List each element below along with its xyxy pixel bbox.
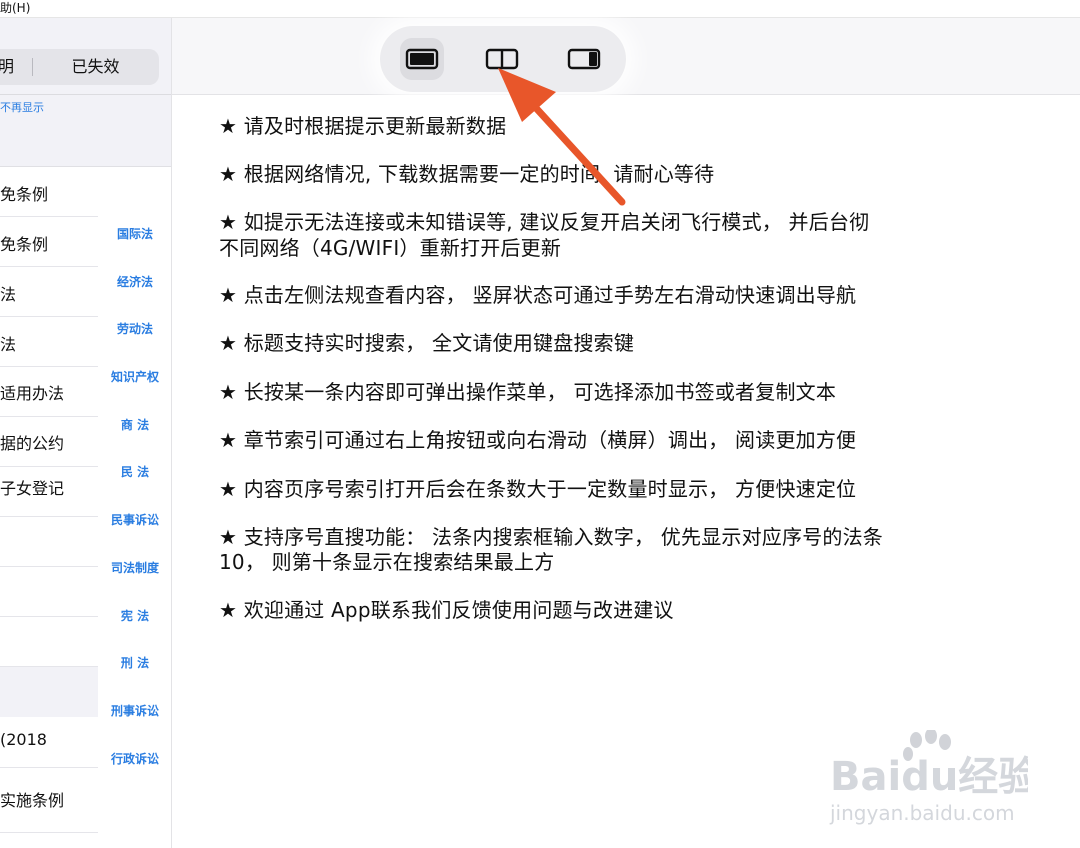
index-labor-law[interactable]: 劳动法 — [98, 320, 172, 337]
tip-item: ★ 欢迎通过 App联系我们反馈使用问题与改进建议 — [219, 598, 674, 622]
star-icon: ★ — [219, 210, 244, 234]
right-pane-icon — [567, 48, 601, 70]
law-title: 法 — [0, 335, 17, 354]
tip-item: ★ 如提示无法连接或未知错误等, 建议反复开启关闭飞行模式， 并后台彻 — [219, 210, 869, 234]
law-list-item[interactable]: (2018 — [0, 718, 98, 768]
index-commercial-law[interactable]: 商 法 — [98, 416, 172, 433]
watermark-url: jingyan.baidu.com — [829, 801, 1015, 825]
tip-text: 10， 则第十条显示在搜索结果最上方 — [219, 550, 555, 574]
sidebar: 明 已失效 不再显示 免条例 免条例 法 法 适用办法 据的公约 子女登记 (2… — [0, 18, 172, 848]
tip-item: ★ 根据网络情况, 下载数据需要一定的时间, 请耐心等待 — [219, 162, 714, 186]
tip-item: ★ 标题支持实时搜索， 全文请使用键盘搜索键 — [219, 331, 634, 355]
single-pane-icon — [405, 48, 439, 70]
index-constitution[interactable]: 宪 法 — [98, 607, 172, 624]
tip-text: 根据网络情况, 下载数据需要一定的时间, 请耐心等待 — [243, 162, 715, 186]
law-list-item[interactable]: 免条例 — [0, 217, 98, 267]
star-icon: ★ — [219, 477, 244, 501]
menu-bar: 助(H) — [0, 0, 1080, 18]
tip-text: 请及时根据提示更新最新数据 — [243, 114, 507, 138]
full-screen-view-button[interactable] — [400, 38, 444, 80]
split-view-button[interactable] — [480, 38, 524, 80]
status-segmented-control: 明 已失效 — [0, 49, 159, 85]
star-icon: ★ — [219, 331, 244, 355]
dont-show-again-link[interactable]: 不再显示 — [0, 99, 44, 115]
law-list-item[interactable] — [0, 517, 98, 567]
tip-item-continued: 10， 则第十条显示在搜索结果最上方 — [219, 550, 554, 574]
law-list-item[interactable]: 免条例 — [0, 167, 98, 217]
view-mode-switcher — [380, 26, 626, 92]
main-content: ★ 请及时根据提示更新最新数据 ★ 根据网络情况, 下载数据需要一定的时间, 请… — [172, 18, 1080, 848]
tip-item: ★ 点击左侧法规查看内容， 竖屏状态可通过手势左右滑动快速调出导航 — [219, 283, 856, 307]
law-title: 据的公约 — [0, 434, 65, 453]
tip-text: 内容页序号索引打开后会在条数大于一定数量时显示， 方便快速定位 — [243, 477, 857, 501]
law-list-item[interactable]: 适用办法 — [0, 367, 98, 417]
index-economic-law[interactable]: 经济法 — [98, 273, 172, 290]
law-list-item[interactable]: 实施条例 — [0, 768, 98, 833]
tip-text: 长按某一条内容即可弹出操作菜单， 可选择添加书签或者复制文本 — [243, 380, 837, 404]
split-pane-icon — [485, 48, 519, 70]
law-title: (2018 — [0, 730, 47, 749]
tip-text: 点击左侧法规查看内容， 竖屏状态可通过手势左右滑动快速调出导航 — [243, 283, 857, 307]
segment-valid[interactable]: 明 — [0, 49, 32, 85]
section-header — [0, 667, 98, 717]
index-criminal-procedure[interactable]: 刑事诉讼 — [98, 702, 172, 719]
law-title: 子女登记 — [0, 479, 65, 498]
law-title: 适用办法 — [0, 384, 65, 403]
watermark-brand: Baidu经验 — [830, 754, 1028, 800]
tip-item-continued: 不同网络（4G/WIFI）重新打开后更新 — [219, 236, 561, 260]
sidebar-header: 明 已失效 — [0, 18, 171, 95]
tip-text: 欢迎通过 App联系我们反馈使用问题与改进建议 — [243, 598, 674, 622]
star-icon: ★ — [219, 114, 244, 138]
star-icon: ★ — [219, 380, 244, 404]
tip-text: 如提示无法连接或未知错误等, 建议反复开启关闭飞行模式， 并后台彻 — [243, 210, 870, 234]
law-list-item[interactable]: 法 — [0, 267, 98, 317]
star-icon: ★ — [219, 283, 244, 307]
tip-text: 标题支持实时搜索， 全文请使用键盘搜索键 — [243, 331, 635, 355]
law-list-item[interactable]: 法 — [0, 317, 98, 367]
law-list-item[interactable] — [0, 567, 98, 617]
star-icon: ★ — [219, 162, 244, 186]
tip-item: ★ 章节索引可通过右上角按钮或向右滑动（横屏）调出， 阅读更加方便 — [219, 428, 856, 452]
tip-text: 支持序号直搜功能： 法条内搜索框输入数字， 优先显示对应序号的法条 — [243, 525, 884, 549]
index-administrative-litigation[interactable]: 行政诉讼 — [98, 750, 172, 767]
tip-item: ★ 长按某一条内容即可弹出操作菜单， 可选择添加书签或者复制文本 — [219, 380, 836, 404]
law-title: 免条例 — [0, 185, 49, 204]
star-icon: ★ — [219, 598, 244, 622]
index-civil-procedure[interactable]: 民事诉讼 — [98, 511, 172, 528]
index-criminal-law[interactable]: 刑 法 — [98, 654, 172, 671]
content-toolbar — [172, 18, 1080, 95]
law-list-item[interactable]: 据的公约 — [0, 417, 98, 467]
index-judicial-system[interactable]: 司法制度 — [98, 559, 172, 576]
tip-item: ★ 请及时根据提示更新最新数据 — [219, 114, 506, 138]
segment-expired[interactable]: 已失效 — [32, 49, 159, 85]
tip-text: 章节索引可通过右上角按钮或向右滑动（横屏）调出， 阅读更加方便 — [243, 428, 857, 452]
law-title: 法 — [0, 285, 17, 304]
tip-text: 不同网络（4G/WIFI）重新打开后更新 — [219, 236, 562, 260]
notice-banner: 不再显示 — [0, 95, 171, 167]
index-intellectual-property[interactable]: 知识产权 — [98, 368, 172, 385]
law-title: 免条例 — [0, 235, 49, 254]
star-icon: ★ — [219, 525, 244, 549]
help-menu[interactable]: 助(H) — [0, 1, 30, 15]
index-civil-law[interactable]: 民 法 — [98, 463, 172, 480]
sidebar-view-button[interactable] — [562, 38, 606, 80]
baidu-jingyan-watermark: Baidu经验 jingyan.baidu.com — [829, 730, 1028, 825]
star-icon: ★ — [219, 428, 244, 452]
law-list-item[interactable]: 子女登记 — [0, 467, 98, 517]
tip-item: ★ 内容页序号索引打开后会在条数大于一定数量时显示， 方便快速定位 — [219, 477, 856, 501]
law-title: 实施条例 — [0, 791, 65, 810]
index-international-law[interactable]: 国际法 — [98, 225, 172, 242]
tip-item: ★ 支持序号直搜功能： 法条内搜索框输入数字， 优先显示对应序号的法条 — [219, 525, 883, 549]
law-list-item[interactable] — [0, 617, 98, 667]
